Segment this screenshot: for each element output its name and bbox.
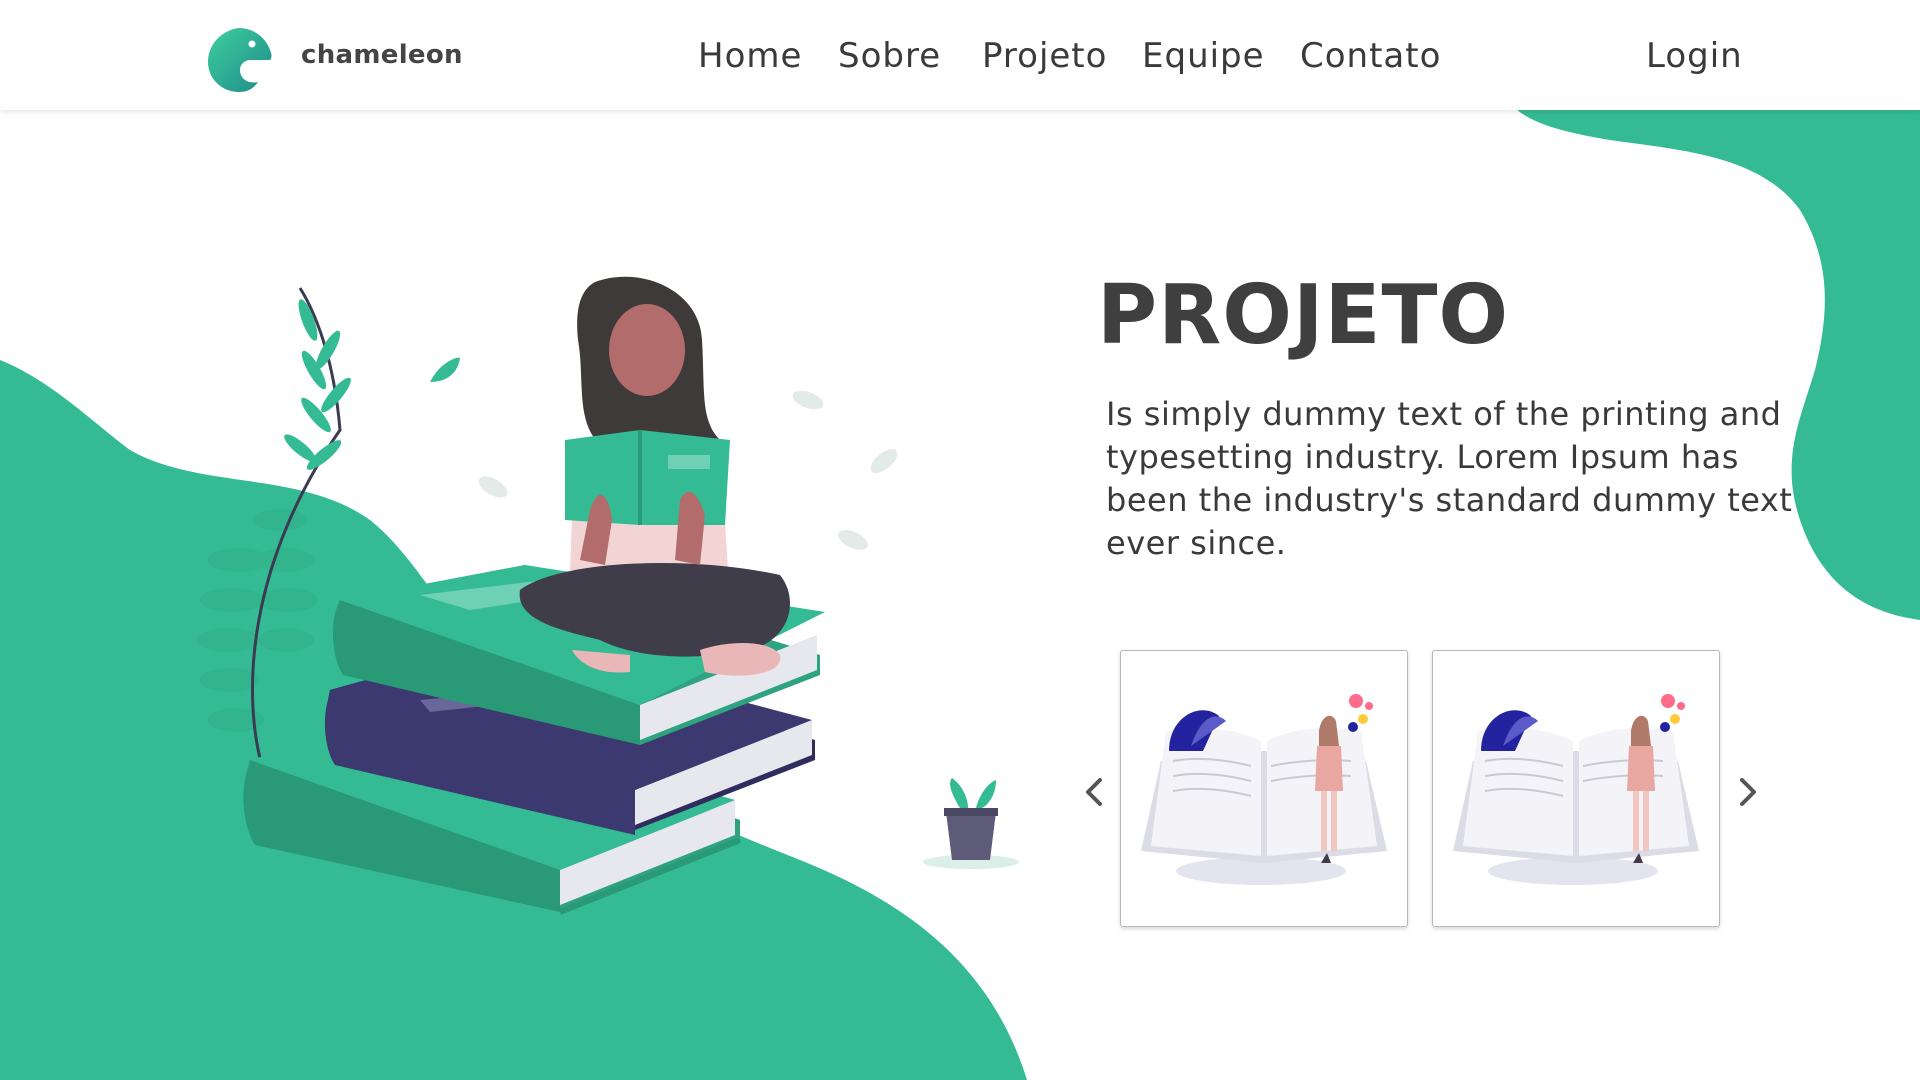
login-link[interactable]: Login: [1646, 36, 1743, 76]
nav-contato[interactable]: Contato: [1300, 36, 1441, 76]
chevron-left-icon[interactable]: [1080, 772, 1110, 812]
fern-plant-back: [196, 509, 318, 732]
nav-equipe[interactable]: Equipe: [1142, 36, 1265, 76]
top-navbar: chameleon Home Sobre Projeto Equipe Cont…: [0, 0, 1920, 110]
reading-book-illustration-icon: [1453, 694, 1699, 885]
carousel-card[interactable]: [1120, 650, 1408, 927]
chameleon-logo-icon[interactable]: [204, 24, 274, 94]
brand-name[interactable]: chameleon: [301, 40, 463, 70]
page-description: Is simply dummy text of the printing and…: [1106, 395, 1793, 562]
carousel-card[interactable]: [1432, 650, 1720, 927]
potted-plant: [923, 778, 1019, 869]
nav-projeto[interactable]: Projeto: [982, 36, 1107, 76]
nav-sobre[interactable]: Sobre: [838, 36, 941, 76]
project-carousel: [1080, 650, 1770, 930]
reading-person: [519, 276, 790, 676]
reading-book-illustration-icon: [1141, 694, 1387, 885]
nav-home[interactable]: Home: [698, 36, 802, 76]
chevron-right-icon[interactable]: [1732, 772, 1762, 812]
page-title: PROJETO: [1097, 268, 1510, 363]
leaf-icon: [430, 357, 460, 382]
